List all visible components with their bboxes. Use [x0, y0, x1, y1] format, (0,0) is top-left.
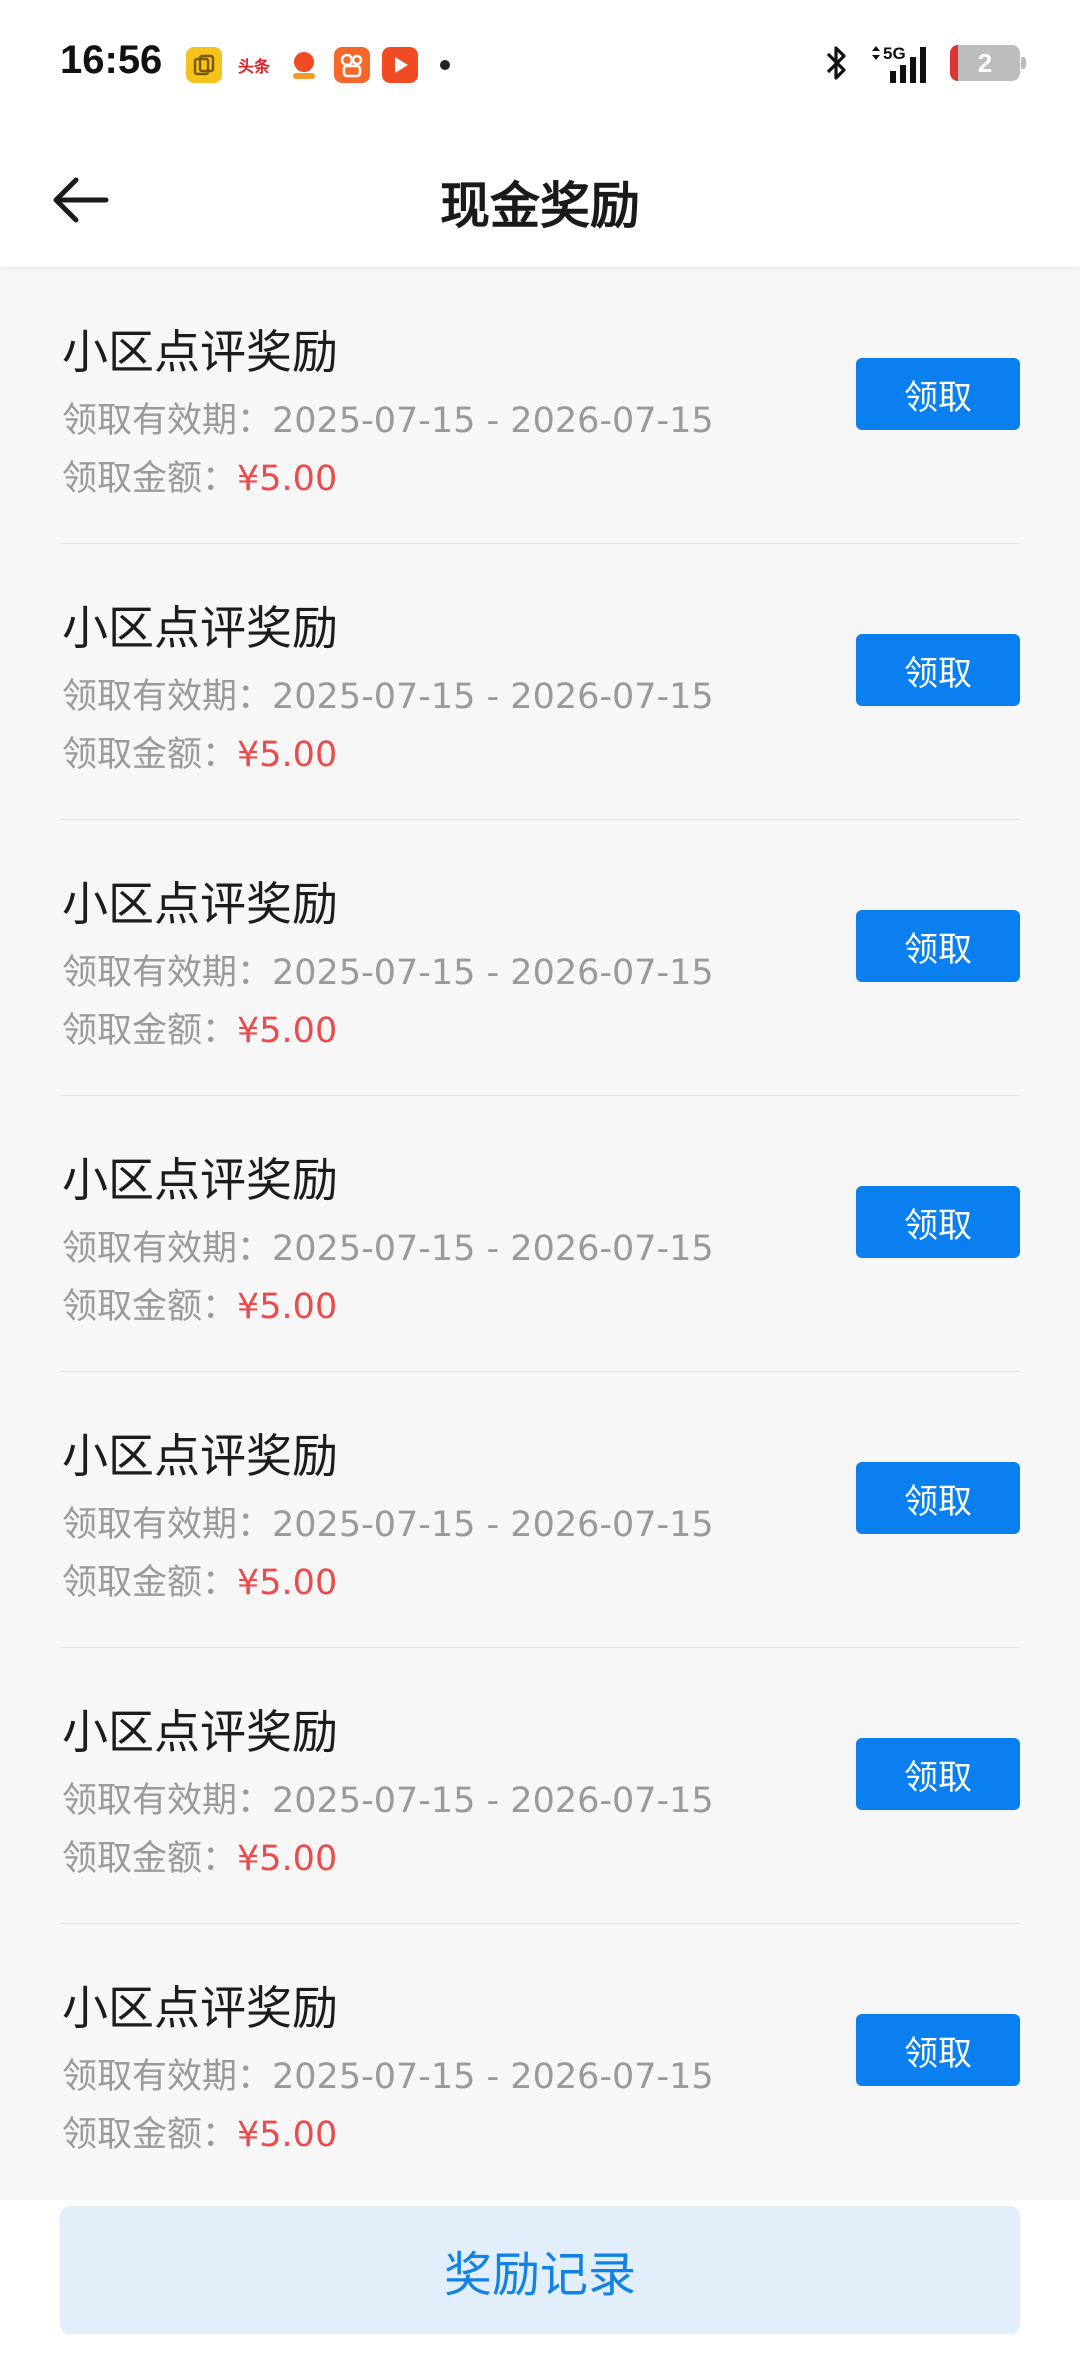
- kuaishou-app-icon: [334, 47, 370, 83]
- reward-list: 小区点评奖励 领取有效期：2025-07-15 - 2026-07-15 领取金…: [0, 268, 1080, 2200]
- reward-item: 小区点评奖励 领取有效期：2025-07-15 - 2026-07-15 领取金…: [60, 1096, 1020, 1372]
- claim-button[interactable]: 领取: [856, 910, 1020, 982]
- battery-indicator: 2: [950, 45, 1026, 81]
- reward-amount: ¥5.00: [237, 1287, 338, 1327]
- reward-amount: ¥5.00: [237, 735, 338, 775]
- bluetooth-icon: [826, 46, 846, 80]
- reward-title: 小区点评奖励: [62, 601, 338, 655]
- reward-amount-row: 领取金额：¥5.00: [62, 1287, 338, 1327]
- toutiao-app-icon: 头条: [234, 47, 274, 83]
- claim-button[interactable]: 领取: [856, 1462, 1020, 1534]
- reward-item: 小区点评奖励 领取有效期：2025-07-15 - 2026-07-15 领取金…: [60, 1648, 1020, 1924]
- reward-amount-row: 领取金额：¥5.00: [62, 1563, 338, 1603]
- reward-validity: 领取有效期：2025-07-15 - 2026-07-15: [62, 1505, 714, 1545]
- reward-title: 小区点评奖励: [62, 1705, 338, 1759]
- claim-button[interactable]: 领取: [856, 1186, 1020, 1258]
- network-type: 5G: [883, 44, 906, 63]
- reward-title: 小区点评奖励: [62, 1981, 338, 2035]
- system-icons: 5G 2: [822, 40, 1026, 86]
- reward-amount: ¥5.00: [237, 1839, 338, 1879]
- notification-icons: 头条: [186, 46, 450, 84]
- reward-amount-row: 领取金额：¥5.00: [62, 2115, 338, 2155]
- reward-item: 小区点评奖励 领取有效期：2025-07-15 - 2026-07-15 领取金…: [60, 820, 1020, 1096]
- reward-title: 小区点评奖励: [62, 877, 338, 931]
- more-notifications-dot: [440, 60, 450, 70]
- reward-title: 小区点评奖励: [62, 1429, 338, 1483]
- reward-validity: 领取有效期：2025-07-15 - 2026-07-15: [62, 401, 714, 441]
- reward-amount-row: 领取金额：¥5.00: [62, 459, 338, 499]
- reward-validity: 领取有效期：2025-07-15 - 2026-07-15: [62, 2057, 714, 2097]
- status-time: 16:56: [60, 38, 163, 82]
- lottery-app-icon: [286, 47, 322, 83]
- reward-amount-row: 领取金额：¥5.00: [62, 1011, 338, 1051]
- toutiao-app-label: 头条: [237, 57, 270, 76]
- reward-amount: ¥5.00: [237, 459, 338, 499]
- reward-amount-row: 领取金额：¥5.00: [62, 1839, 338, 1879]
- reward-title: 小区点评奖励: [62, 325, 338, 379]
- reward-amount-row: 领取金额：¥5.00: [62, 735, 338, 775]
- nav-bar: 现金奖励: [0, 130, 1080, 268]
- reward-amount: ¥5.00: [237, 1011, 338, 1051]
- status-bar: 16:56 头条 5G 2: [0, 0, 1080, 130]
- claim-button[interactable]: 领取: [856, 358, 1020, 430]
- page-title: 现金奖励: [440, 177, 640, 235]
- reward-title: 小区点评奖励: [62, 1153, 338, 1207]
- reward-validity: 领取有效期：2025-07-15 - 2026-07-15: [62, 1781, 714, 1821]
- reward-item: 小区点评奖励 领取有效期：2025-07-15 - 2026-07-15 领取金…: [60, 1924, 1020, 2200]
- copy-app-icon: [186, 47, 222, 83]
- claim-button[interactable]: 领取: [856, 1738, 1020, 1810]
- reward-item: 小区点评奖励 领取有效期：2025-07-15 - 2026-07-15 领取金…: [60, 1372, 1020, 1648]
- reward-validity: 领取有效期：2025-07-15 - 2026-07-15: [62, 677, 714, 717]
- signal-5g-icon: 5G: [872, 44, 926, 83]
- reward-amount: ¥5.00: [237, 2115, 338, 2155]
- battery-level: 2: [977, 47, 993, 78]
- claim-button[interactable]: 领取: [856, 2014, 1020, 2086]
- reward-amount: ¥5.00: [237, 1563, 338, 1603]
- video-app-icon: [382, 47, 418, 83]
- claim-button[interactable]: 领取: [856, 634, 1020, 706]
- reward-item: 小区点评奖励 领取有效期：2025-07-15 - 2026-07-15 领取金…: [60, 268, 1020, 544]
- reward-item: 小区点评奖励 领取有效期：2025-07-15 - 2026-07-15 领取金…: [60, 544, 1020, 820]
- reward-records-button[interactable]: 奖励记录: [60, 2206, 1020, 2334]
- reward-validity: 领取有效期：2025-07-15 - 2026-07-15: [62, 1229, 714, 1269]
- reward-validity: 领取有效期：2025-07-15 - 2026-07-15: [62, 953, 714, 993]
